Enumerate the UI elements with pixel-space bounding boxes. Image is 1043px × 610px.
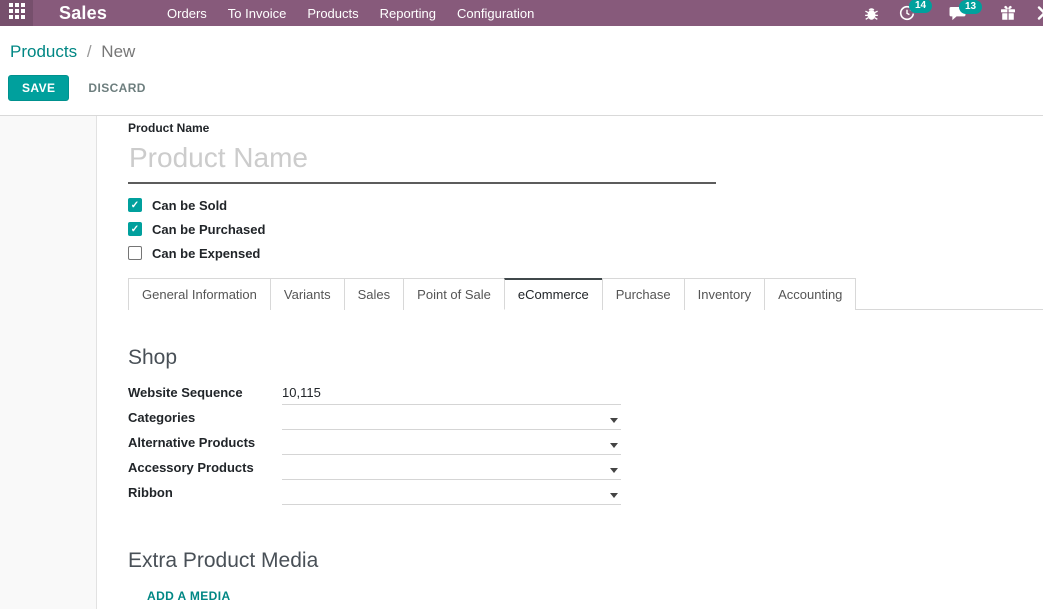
categories-label: Categories xyxy=(128,410,282,425)
can-be-sold-label: Can be Sold xyxy=(152,198,227,213)
can-be-purchased-label: Can be Purchased xyxy=(152,222,265,237)
sheet-background xyxy=(0,116,97,609)
shop-section-title: Shop xyxy=(128,346,1043,370)
app-title[interactable]: Sales xyxy=(59,3,107,24)
save-button[interactable]: SAVE xyxy=(8,75,69,101)
message-count-badge[interactable]: 13 xyxy=(959,0,982,14)
shop-fields: Website Sequence Categories Alternative … xyxy=(128,380,1043,505)
breadcrumb-separator: / xyxy=(87,42,92,61)
can-be-sold-checkbox[interactable]: ✓ xyxy=(128,198,142,212)
website-sequence-row: Website Sequence xyxy=(128,380,1043,405)
tab-variants[interactable]: Variants xyxy=(270,278,345,310)
website-sequence-label: Website Sequence xyxy=(128,385,282,400)
tab-ecommerce[interactable]: eCommerce xyxy=(504,278,603,310)
website-sequence-field xyxy=(282,380,621,405)
topbar-menu: Orders To Invoice Products Reporting Con… xyxy=(167,6,534,21)
accessory-products-input[interactable] xyxy=(282,460,621,475)
product-name-input[interactable] xyxy=(128,135,716,184)
can-be-sold-row[interactable]: ✓ Can be Sold xyxy=(128,193,1043,217)
ribbon-field xyxy=(282,480,621,505)
menu-item-to-invoice[interactable]: To Invoice xyxy=(228,6,287,21)
breadcrumb: Products / New xyxy=(0,26,1043,62)
product-name-label: Product Name xyxy=(128,121,1043,135)
ribbon-row: Ribbon xyxy=(128,480,1043,505)
accessory-products-field xyxy=(282,455,621,480)
topbar-systray: 14 13 xyxy=(864,5,1043,21)
discard-button[interactable]: DISCARD xyxy=(75,76,158,100)
can-be-purchased-checkbox[interactable]: ✓ xyxy=(128,222,142,236)
sales-product-form-window: Sales Orders To Invoice Products Reporti… xyxy=(0,0,1043,610)
alternative-products-field xyxy=(282,430,621,455)
topbar: Sales Orders To Invoice Products Reporti… xyxy=(0,0,1043,26)
extra-product-media-title: Extra Product Media xyxy=(128,549,1043,573)
tab-general-information[interactable]: General Information xyxy=(128,278,271,310)
activities-clock-icon[interactable]: 14 xyxy=(899,5,915,21)
accessory-products-label: Accessory Products xyxy=(128,460,282,475)
chevron-down-icon[interactable] xyxy=(610,443,618,448)
accessory-products-row: Accessory Products xyxy=(128,455,1043,480)
chevron-down-icon[interactable] xyxy=(610,468,618,473)
messages-chat-icon[interactable]: 13 xyxy=(949,6,966,21)
breadcrumb-products-link[interactable]: Products xyxy=(10,42,77,61)
menu-item-orders[interactable]: Orders xyxy=(167,6,207,21)
chevron-down-icon[interactable] xyxy=(610,493,618,498)
breadcrumb-current: New xyxy=(101,42,135,61)
categories-row: Categories xyxy=(128,405,1043,430)
tools-icon[interactable] xyxy=(1036,5,1043,21)
tab-sales[interactable]: Sales xyxy=(344,278,405,310)
categories-input[interactable] xyxy=(282,410,621,425)
website-sequence-input[interactable] xyxy=(282,385,621,400)
can-be-expensed-row[interactable]: Can be Expensed xyxy=(128,241,1043,265)
form-buttons: SAVE DISCARD xyxy=(8,75,1043,101)
notebook-tabs: General Information Variants Sales Point… xyxy=(128,278,1043,310)
tab-point-of-sale[interactable]: Point of Sale xyxy=(403,278,505,310)
menu-item-configuration[interactable]: Configuration xyxy=(457,6,534,21)
can-be-expensed-label: Can be Expensed xyxy=(152,246,260,261)
apps-menu-button[interactable] xyxy=(0,0,33,26)
form-sheet: Product Name ✓ Can be Sold ✓ Can be Purc… xyxy=(97,116,1043,609)
checkbox-group: ✓ Can be Sold ✓ Can be Purchased Can be … xyxy=(128,193,1043,265)
apps-grid-icon xyxy=(9,3,25,24)
ribbon-label: Ribbon xyxy=(128,485,282,500)
tab-purchase[interactable]: Purchase xyxy=(602,278,685,310)
activity-count-badge[interactable]: 14 xyxy=(909,0,932,13)
alternative-products-label: Alternative Products xyxy=(128,435,282,450)
can-be-expensed-checkbox[interactable] xyxy=(128,246,142,260)
can-be-purchased-row[interactable]: ✓ Can be Purchased xyxy=(128,217,1043,241)
ribbon-input[interactable] xyxy=(282,485,621,500)
tab-accounting[interactable]: Accounting xyxy=(764,278,856,310)
form-view: Product Name ✓ Can be Sold ✓ Can be Purc… xyxy=(0,116,1043,609)
add-a-media-button[interactable]: ADD A MEDIA xyxy=(147,589,231,603)
categories-field xyxy=(282,405,621,430)
menu-item-reporting[interactable]: Reporting xyxy=(380,6,436,21)
gift-icon[interactable] xyxy=(1000,5,1016,21)
menu-item-products[interactable]: Products xyxy=(307,6,358,21)
control-panel: Products / New SAVE DISCARD xyxy=(0,26,1043,116)
chevron-down-icon[interactable] xyxy=(610,418,618,423)
alternative-products-row: Alternative Products xyxy=(128,430,1043,455)
debug-bug-icon[interactable] xyxy=(864,6,879,21)
tab-inventory[interactable]: Inventory xyxy=(684,278,765,310)
alternative-products-input[interactable] xyxy=(282,435,621,450)
